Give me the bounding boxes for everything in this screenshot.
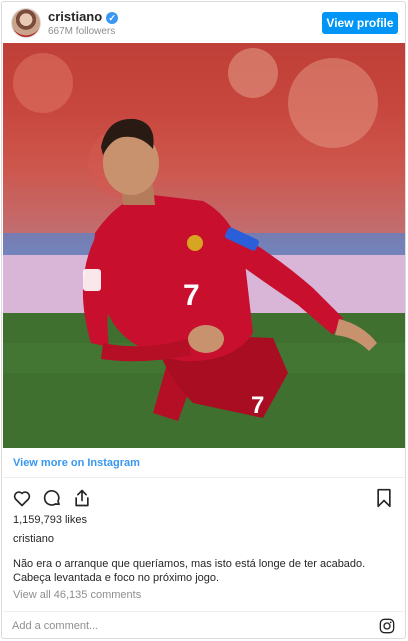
post-header: cristiano ✓ 667M followers View profile bbox=[2, 2, 405, 44]
jersey-number-text: 7 bbox=[183, 279, 200, 312]
verified-badge-icon: ✓ bbox=[106, 12, 119, 24]
post-image[interactable]: 7 7 bbox=[3, 43, 405, 448]
badge-icon bbox=[83, 269, 101, 291]
view-all-comments-link[interactable]: View all 46,135 comments bbox=[13, 589, 141, 601]
share-icon[interactable] bbox=[72, 488, 92, 508]
caption-username[interactable]: cristiano bbox=[13, 533, 54, 545]
view-profile-button[interactable]: View profile bbox=[322, 12, 398, 34]
follower-count: 667M followers bbox=[48, 26, 116, 37]
view-more-on-instagram-link[interactable]: View more on Instagram bbox=[13, 457, 140, 469]
crest-icon bbox=[187, 235, 203, 251]
comment-input[interactable] bbox=[12, 618, 372, 634]
shorts-number-text: 7 bbox=[251, 392, 264, 419]
heart-icon[interactable] bbox=[12, 488, 32, 508]
like-count[interactable]: 1,159,793 likes bbox=[13, 514, 87, 526]
username[interactable]: cristiano ✓ bbox=[48, 9, 119, 24]
bookmark-icon[interactable] bbox=[375, 488, 393, 508]
divider bbox=[3, 611, 405, 612]
avatar[interactable] bbox=[11, 8, 41, 38]
football-player-photo: 7 7 bbox=[3, 43, 405, 448]
instagram-embed-card: cristiano ✓ 667M followers View profile bbox=[1, 1, 406, 639]
action-bar bbox=[12, 488, 92, 508]
username-text[interactable]: cristiano bbox=[48, 9, 102, 24]
caption-text: Não era o arranque que queríamos, mas is… bbox=[13, 558, 366, 584]
instagram-icon[interactable] bbox=[379, 618, 395, 634]
comment-icon[interactable] bbox=[42, 488, 62, 508]
divider bbox=[3, 477, 405, 478]
